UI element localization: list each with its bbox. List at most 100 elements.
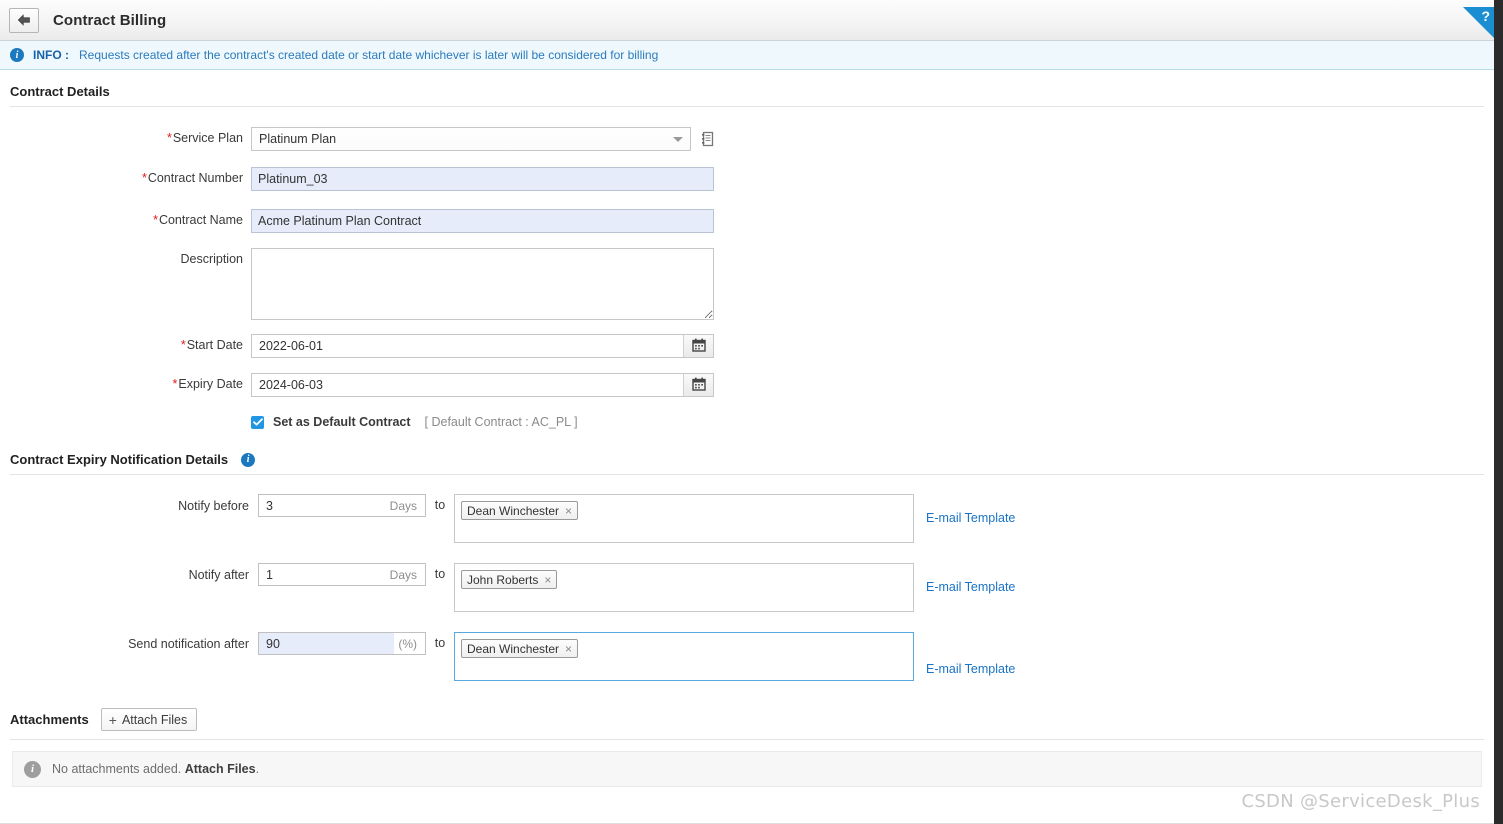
contract-name-input[interactable]: [251, 209, 714, 233]
start-date-field[interactable]: 2022-06-01: [251, 334, 714, 358]
info-icon[interactable]: i: [241, 453, 255, 467]
calendar-icon: [692, 338, 706, 355]
calendar-icon: [692, 377, 706, 394]
notify-after-label: Notify after: [0, 563, 258, 587]
question-mark-icon: ?: [1481, 8, 1490, 24]
contract-number-label: *Contract Number: [0, 167, 251, 189]
contract-details-header: Contract Details: [0, 70, 1494, 106]
attachments-empty-link[interactable]: Attach Files: [185, 762, 256, 776]
field-row-expiry-date: *Expiry Date 2024-06-03: [0, 373, 1494, 397]
page-viewport: Contract Billing i INFO : Requests creat…: [0, 0, 1494, 824]
to-label: to: [426, 563, 454, 586]
send-notification-after-input-group[interactable]: 90 (%): [258, 632, 426, 655]
arrow-left-icon: [17, 14, 31, 26]
page-title: Contract Billing: [53, 12, 166, 29]
expiry-notification-header: Contract Expiry Notification Details i: [0, 429, 1494, 474]
start-date-value[interactable]: 2022-06-01: [252, 335, 683, 357]
service-plan-select[interactable]: Platinum Plan: [251, 127, 691, 151]
notify-after-input-group[interactable]: 1 Days: [258, 563, 426, 586]
send-notification-after-recipients[interactable]: Dean Winchester ×: [454, 632, 914, 681]
expiry-date-value[interactable]: 2024-06-03: [252, 374, 683, 396]
start-date-label: *Start Date: [0, 334, 251, 356]
service-plan-value: Platinum Plan: [252, 132, 336, 146]
field-row-description: Description: [0, 248, 1494, 320]
required-marker: *: [153, 213, 158, 227]
field-row-default-contract: Set as Default Contract [ Default Contra…: [0, 415, 1494, 429]
field-row-service-plan: *Service Plan Platinum Plan: [0, 127, 1494, 151]
notify-after-unit: Days: [386, 564, 425, 585]
send-notification-after-unit: (%): [394, 633, 425, 654]
help-tab[interactable]: ?: [1463, 7, 1494, 38]
chevron-down-icon: [673, 137, 683, 142]
info-banner: i INFO : Requests created after the cont…: [0, 41, 1494, 70]
document-notes-icon[interactable]: [702, 131, 715, 147]
attachments-title: Attachments: [10, 712, 89, 727]
to-label: to: [426, 494, 454, 517]
expiry-notification-title: Contract Expiry Notification Details: [10, 452, 228, 467]
email-template-link[interactable]: E-mail Template: [926, 507, 1015, 530]
info-banner-label: INFO :: [33, 48, 69, 62]
notify-before-input-group[interactable]: 3 Days: [258, 494, 426, 517]
recipient-name: Dean Winchester: [467, 504, 559, 518]
recipient-name: John Roberts: [467, 573, 538, 587]
attach-files-button[interactable]: + Attach Files: [101, 708, 198, 731]
notification-row: Notify before 3 Days to Dean Winchester …: [0, 494, 1494, 543]
window-right-edge: [1494, 0, 1503, 824]
default-contract-note: [ Default Contract : AC_PL ]: [425, 415, 578, 429]
default-contract-checkbox[interactable]: [251, 416, 264, 429]
email-template-link[interactable]: E-mail Template: [926, 658, 1015, 681]
notification-row: Notify after 1 Days to John Roberts × E-…: [0, 563, 1494, 612]
to-label: to: [426, 632, 454, 655]
watermark: CSDN @ServiceDesk_Plus: [1241, 791, 1480, 812]
attachments-empty-prefix: No attachments added.: [52, 762, 185, 776]
contract-name-label: *Contract Name: [0, 209, 251, 231]
page-header: Contract Billing: [0, 0, 1494, 41]
attachments-header: Attachments + Attach Files: [0, 681, 1494, 739]
back-button[interactable]: [9, 8, 39, 33]
notify-before-label: Notify before: [0, 494, 258, 518]
close-icon[interactable]: ×: [544, 573, 551, 587]
notify-before-value[interactable]: 3: [259, 495, 386, 516]
info-banner-text: Requests created after the contract's cr…: [79, 48, 658, 62]
send-notification-after-value[interactable]: 90: [259, 633, 394, 654]
attachments-empty-panel: i No attachments added. Attach Files.: [12, 751, 1482, 787]
notify-before-unit: Days: [386, 495, 425, 516]
start-date-calendar-button[interactable]: [683, 335, 713, 357]
notification-row: Send notification after 90 (%) to Dean W…: [0, 632, 1494, 681]
plus-icon: +: [109, 713, 117, 727]
recipient-token[interactable]: Dean Winchester ×: [461, 501, 578, 520]
expiry-date-label: *Expiry Date: [0, 373, 251, 395]
info-icon: i: [10, 48, 24, 62]
contract-number-input[interactable]: [251, 167, 714, 191]
service-plan-label: *Service Plan: [0, 127, 251, 149]
contract-details-title: Contract Details: [10, 84, 110, 99]
email-template-link[interactable]: E-mail Template: [926, 576, 1015, 599]
attachments-empty-message: No attachments added. Attach Files.: [52, 762, 259, 776]
attach-files-button-label: Attach Files: [122, 713, 187, 727]
field-row-contract-name: *Contract Name: [0, 209, 1494, 233]
notify-after-recipients[interactable]: John Roberts ×: [454, 563, 914, 612]
recipient-token[interactable]: John Roberts ×: [461, 570, 557, 589]
required-marker: *: [167, 131, 172, 145]
notify-before-recipients[interactable]: Dean Winchester ×: [454, 494, 914, 543]
description-textarea[interactable]: [251, 248, 714, 320]
field-row-start-date: *Start Date 2022-06-01: [0, 334, 1494, 358]
recipient-token[interactable]: Dean Winchester ×: [461, 639, 578, 658]
description-label: Description: [0, 248, 251, 270]
expiry-date-calendar-button[interactable]: [683, 374, 713, 396]
required-marker: *: [181, 338, 186, 352]
required-marker: *: [173, 377, 178, 391]
default-contract-label: Set as Default Contract: [273, 415, 411, 429]
attachments-empty-suffix: .: [256, 762, 259, 776]
divider: [10, 739, 1484, 740]
expiry-date-field[interactable]: 2024-06-03: [251, 373, 714, 397]
close-icon[interactable]: ×: [565, 642, 572, 656]
recipient-name: Dean Winchester: [467, 642, 559, 656]
info-icon: i: [24, 761, 41, 778]
close-icon[interactable]: ×: [565, 504, 572, 518]
field-row-contract-number: *Contract Number: [0, 167, 1494, 191]
check-icon: [253, 418, 263, 426]
required-marker: *: [142, 171, 147, 185]
notify-after-value[interactable]: 1: [259, 564, 386, 585]
send-notification-after-label: Send notification after: [0, 632, 258, 656]
